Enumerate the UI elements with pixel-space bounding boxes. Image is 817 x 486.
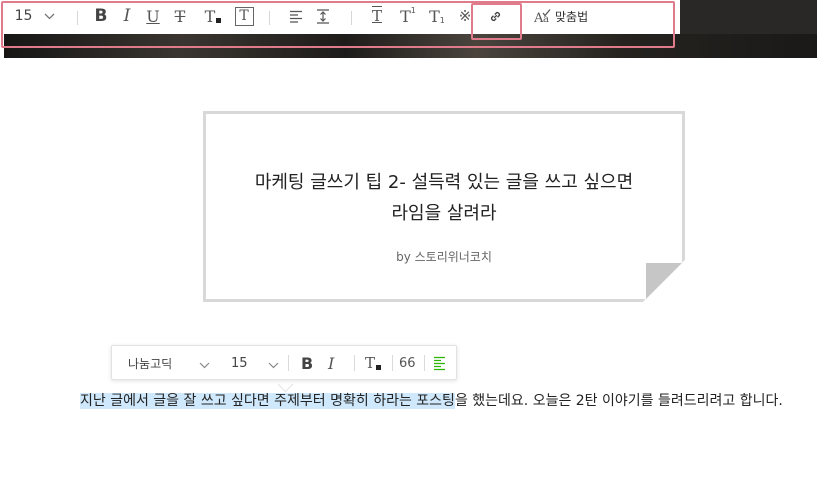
main-toolbar: 15 B I U T T T T T 1 T 1 ※ A a 맞춤법 — [4, 0, 680, 34]
selected-text[interactable]: 지난 글에서 글을 잘 쓰고 싶다면 주제부터 명확히 하라는 포스팅 — [80, 393, 455, 409]
subscript-label: T — [429, 6, 440, 26]
color-swatch-icon — [376, 364, 382, 370]
subscript-button[interactable]: T 1 — [426, 4, 448, 28]
font-size-select[interactable]: 15 — [12, 4, 58, 28]
quote-card[interactable]: 마케팅 글쓰기 팁 2- 설득력 있는 글을 쓰고 싶으면 라임을 살려라 by… — [203, 111, 685, 302]
superscript-mark: 1 — [410, 6, 416, 15]
floating-font-size-select[interactable]: 15 — [231, 352, 279, 374]
link-button[interactable] — [485, 4, 505, 28]
quote-title-line: 마케팅 글쓰기 팁 2- 설득력 있는 글을 쓰고 싶으면 — [254, 172, 634, 193]
toolbar-divider — [424, 355, 425, 371]
floating-font-size-value: 15 — [231, 355, 248, 371]
spellcheck-icon: A a — [534, 9, 551, 24]
toolbar-divider — [351, 11, 352, 25]
superscript-button[interactable]: T 1 — [397, 4, 419, 28]
underline-button[interactable]: U — [142, 4, 164, 28]
text-color-label: T — [204, 6, 216, 26]
spellcheck-button[interactable]: A a 맞춤법 — [534, 4, 596, 28]
toolbar-divider — [269, 11, 270, 25]
chevron-down-icon — [199, 354, 210, 373]
floating-align-button[interactable] — [433, 352, 449, 374]
svg-text:a: a — [543, 14, 549, 24]
quote-title: 마케팅 글쓰기 팁 2- 설득력 있는 글을 쓰고 싶으면 라임을 살려라 — [206, 167, 682, 229]
floating-italic-button[interactable]: I — [328, 352, 342, 374]
quote-author: by 스토리위너코치 — [396, 250, 492, 264]
quote-format-button[interactable]: 66 — [399, 352, 417, 374]
font-size-value: 15 — [14, 8, 33, 24]
floating-toolbar: 나눔고딕 15 B I T 66 — [111, 345, 457, 380]
toolbar-divider — [77, 11, 78, 25]
chevron-down-icon — [44, 10, 55, 23]
folded-corner-icon — [643, 260, 685, 302]
font-family-select[interactable]: 나눔고딕 — [128, 352, 210, 374]
line-spacing-icon — [317, 8, 329, 24]
floating-text-color-button[interactable]: T — [365, 352, 387, 374]
floating-bold-button[interactable]: B — [301, 352, 317, 374]
special-character-button[interactable]: ※ — [455, 4, 475, 28]
toolbar-divider — [288, 355, 289, 371]
align-left-icon — [434, 356, 445, 370]
editor-top-bar: 15 B I U T T T T T 1 T 1 ※ A a 맞춤법 — [4, 0, 817, 58]
italic-button[interactable]: I — [116, 4, 138, 28]
body-paragraph[interactable]: 지난 글에서 글을 잘 쓰고 싶다면 주제부터 명확히 하라는 포스팅을 했는데… — [80, 387, 805, 416]
color-swatch-icon — [216, 18, 222, 23]
letter-spacing-button[interactable]: T — [366, 4, 388, 28]
align-button[interactable] — [285, 4, 307, 28]
text-color-button[interactable]: T — [200, 4, 226, 28]
chevron-down-icon — [268, 354, 279, 373]
spellcheck-label: 맞춤법 — [555, 9, 589, 24]
toolbar-divider — [392, 355, 393, 371]
background-color-label: T — [234, 6, 254, 26]
font-family-value: 나눔고딕 — [128, 356, 173, 371]
align-left-icon — [290, 10, 302, 23]
toolbar-divider — [354, 355, 355, 371]
paragraph-text[interactable]: 을 했는데요. 오늘은 2탄 이야기를 들려드리려고 합니다. — [455, 393, 783, 409]
letter-spacing-label: T — [371, 7, 382, 25]
background-color-button[interactable]: T — [234, 4, 254, 28]
cover-photo-strip — [4, 34, 817, 58]
link-icon — [490, 11, 500, 21]
line-spacing-button[interactable] — [312, 4, 334, 28]
bold-button[interactable]: B — [90, 4, 112, 28]
superscript-label: T — [400, 6, 411, 26]
subscript-mark: 1 — [439, 16, 445, 25]
strikethrough-button[interactable]: T — [169, 4, 191, 28]
quote-title-line: 라임을 살려라 — [391, 203, 497, 224]
floating-text-color-label: T — [365, 354, 376, 372]
